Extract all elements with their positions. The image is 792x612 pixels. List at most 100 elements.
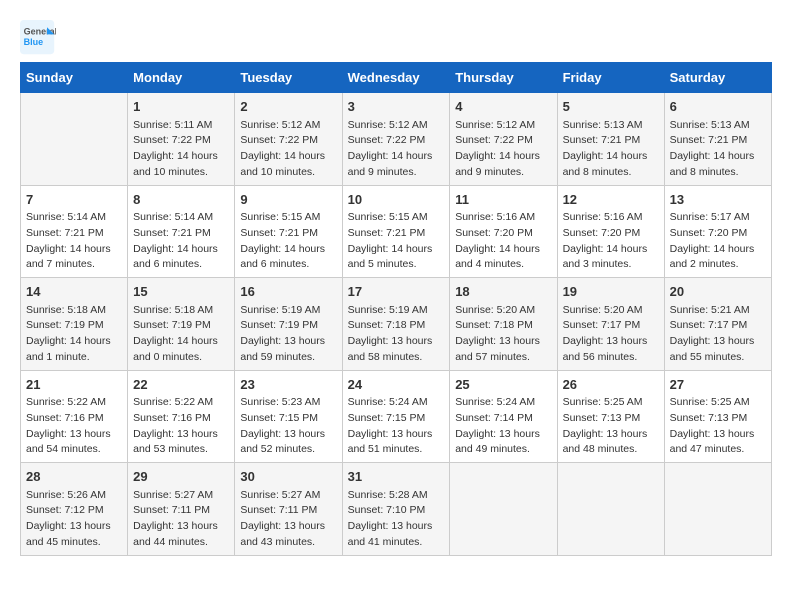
day-number: 16: [240, 282, 336, 302]
day-number: 17: [348, 282, 445, 302]
cell-content-line: and 49 minutes.: [455, 442, 551, 458]
cell-content-line: Sunrise: 5:22 AM: [26, 395, 122, 411]
day-number: 18: [455, 282, 551, 302]
cell-content-line: Sunset: 7:18 PM: [455, 318, 551, 334]
calendar-cell: 8Sunrise: 5:14 AMSunset: 7:21 PMDaylight…: [128, 185, 235, 278]
cell-content-line: Sunset: 7:17 PM: [670, 318, 766, 334]
cell-content-line: Daylight: 13 hours: [348, 334, 445, 350]
cell-content-line: and 41 minutes.: [348, 535, 445, 551]
calendar-table: SundayMondayTuesdayWednesdayThursdayFrid…: [20, 62, 772, 556]
day-number: 2: [240, 97, 336, 117]
cell-content-line: Daylight: 14 hours: [240, 149, 336, 165]
day-number: 23: [240, 375, 336, 395]
cell-content-line: Daylight: 13 hours: [455, 334, 551, 350]
day-number: 31: [348, 467, 445, 487]
calendar-cell: 5Sunrise: 5:13 AMSunset: 7:21 PMDaylight…: [557, 93, 664, 186]
cell-content-line: Daylight: 14 hours: [133, 334, 229, 350]
week-row-4: 21Sunrise: 5:22 AMSunset: 7:16 PMDayligh…: [21, 370, 772, 463]
cell-content-line: Sunset: 7:20 PM: [670, 226, 766, 242]
day-number: 21: [26, 375, 122, 395]
cell-content-line: Sunrise: 5:28 AM: [348, 488, 445, 504]
cell-content-line: Sunrise: 5:15 AM: [240, 210, 336, 226]
cell-content-line: Daylight: 13 hours: [670, 427, 766, 443]
cell-content-line: Sunrise: 5:12 AM: [240, 118, 336, 134]
cell-content-line: Daylight: 14 hours: [670, 242, 766, 258]
cell-content-line: and 51 minutes.: [348, 442, 445, 458]
day-number: 7: [26, 190, 122, 210]
cell-content-line: Daylight: 14 hours: [455, 242, 551, 258]
day-header-sunday: Sunday: [21, 63, 128, 93]
cell-content-line: Sunset: 7:11 PM: [133, 503, 229, 519]
cell-content-line: and 10 minutes.: [240, 165, 336, 181]
cell-content-line: and 44 minutes.: [133, 535, 229, 551]
cell-content-line: Daylight: 13 hours: [26, 519, 122, 535]
cell-content-line: and 43 minutes.: [240, 535, 336, 551]
cell-content-line: and 0 minutes.: [133, 350, 229, 366]
calendar-cell: 22Sunrise: 5:22 AMSunset: 7:16 PMDayligh…: [128, 370, 235, 463]
cell-content-line: Sunrise: 5:16 AM: [563, 210, 659, 226]
cell-content-line: and 57 minutes.: [455, 350, 551, 366]
calendar-cell: 30Sunrise: 5:27 AMSunset: 7:11 PMDayligh…: [235, 463, 342, 556]
cell-content-line: Sunrise: 5:20 AM: [455, 303, 551, 319]
cell-content-line: Daylight: 13 hours: [455, 427, 551, 443]
cell-content-line: Sunset: 7:19 PM: [240, 318, 336, 334]
calendar-cell: [450, 463, 557, 556]
cell-content-line: Sunset: 7:11 PM: [240, 503, 336, 519]
cell-content-line: Daylight: 14 hours: [133, 149, 229, 165]
cell-content-line: Sunset: 7:20 PM: [563, 226, 659, 242]
day-number: 10: [348, 190, 445, 210]
cell-content-line: Daylight: 14 hours: [348, 149, 445, 165]
cell-content-line: Sunset: 7:22 PM: [240, 133, 336, 149]
cell-content-line: Sunrise: 5:13 AM: [670, 118, 766, 134]
calendar-cell: 12Sunrise: 5:16 AMSunset: 7:20 PMDayligh…: [557, 185, 664, 278]
cell-content-line: Daylight: 14 hours: [563, 149, 659, 165]
cell-content-line: Sunrise: 5:23 AM: [240, 395, 336, 411]
cell-content-line: and 2 minutes.: [670, 257, 766, 273]
cell-content-line: Daylight: 13 hours: [133, 427, 229, 443]
cell-content-line: Sunset: 7:17 PM: [563, 318, 659, 334]
cell-content-line: Daylight: 14 hours: [133, 242, 229, 258]
day-header-wednesday: Wednesday: [342, 63, 450, 93]
cell-content-line: Sunset: 7:12 PM: [26, 503, 122, 519]
calendar-cell: 25Sunrise: 5:24 AMSunset: 7:14 PMDayligh…: [450, 370, 557, 463]
week-row-2: 7Sunrise: 5:14 AMSunset: 7:21 PMDaylight…: [21, 185, 772, 278]
day-header-thursday: Thursday: [450, 63, 557, 93]
cell-content-line: Sunrise: 5:12 AM: [455, 118, 551, 134]
cell-content-line: and 9 minutes.: [455, 165, 551, 181]
calendar-cell: [664, 463, 771, 556]
calendar-cell: 17Sunrise: 5:19 AMSunset: 7:18 PMDayligh…: [342, 278, 450, 371]
cell-content-line: Sunrise: 5:27 AM: [133, 488, 229, 504]
cell-content-line: Sunrise: 5:22 AM: [133, 395, 229, 411]
day-number: 19: [563, 282, 659, 302]
calendar-cell: 1Sunrise: 5:11 AMSunset: 7:22 PMDaylight…: [128, 93, 235, 186]
calendar-cell: 11Sunrise: 5:16 AMSunset: 7:20 PMDayligh…: [450, 185, 557, 278]
calendar-cell: 21Sunrise: 5:22 AMSunset: 7:16 PMDayligh…: [21, 370, 128, 463]
cell-content-line: Sunrise: 5:16 AM: [455, 210, 551, 226]
cell-content-line: Sunrise: 5:15 AM: [348, 210, 445, 226]
day-number: 5: [563, 97, 659, 117]
cell-content-line: and 7 minutes.: [26, 257, 122, 273]
cell-content-line: Daylight: 13 hours: [563, 427, 659, 443]
logo-icon: General Blue: [20, 20, 56, 56]
cell-content-line: Sunrise: 5:13 AM: [563, 118, 659, 134]
cell-content-line: Sunset: 7:18 PM: [348, 318, 445, 334]
cell-content-line: Sunset: 7:15 PM: [348, 411, 445, 427]
cell-content-line: Sunset: 7:13 PM: [563, 411, 659, 427]
cell-content-line: Sunrise: 5:17 AM: [670, 210, 766, 226]
cell-content-line: and 8 minutes.: [563, 165, 659, 181]
cell-content-line: Daylight: 13 hours: [348, 427, 445, 443]
calendar-cell: 9Sunrise: 5:15 AMSunset: 7:21 PMDaylight…: [235, 185, 342, 278]
cell-content-line: Sunset: 7:22 PM: [455, 133, 551, 149]
cell-content-line: Sunset: 7:21 PM: [133, 226, 229, 242]
svg-text:Blue: Blue: [24, 37, 44, 47]
day-number: 28: [26, 467, 122, 487]
cell-content-line: and 54 minutes.: [26, 442, 122, 458]
calendar-cell: 10Sunrise: 5:15 AMSunset: 7:21 PMDayligh…: [342, 185, 450, 278]
cell-content-line: Sunrise: 5:12 AM: [348, 118, 445, 134]
day-header-tuesday: Tuesday: [235, 63, 342, 93]
cell-content-line: Sunrise: 5:14 AM: [133, 210, 229, 226]
cell-content-line: Daylight: 13 hours: [240, 427, 336, 443]
cell-content-line: Sunrise: 5:25 AM: [563, 395, 659, 411]
cell-content-line: Sunrise: 5:26 AM: [26, 488, 122, 504]
day-number: 27: [670, 375, 766, 395]
